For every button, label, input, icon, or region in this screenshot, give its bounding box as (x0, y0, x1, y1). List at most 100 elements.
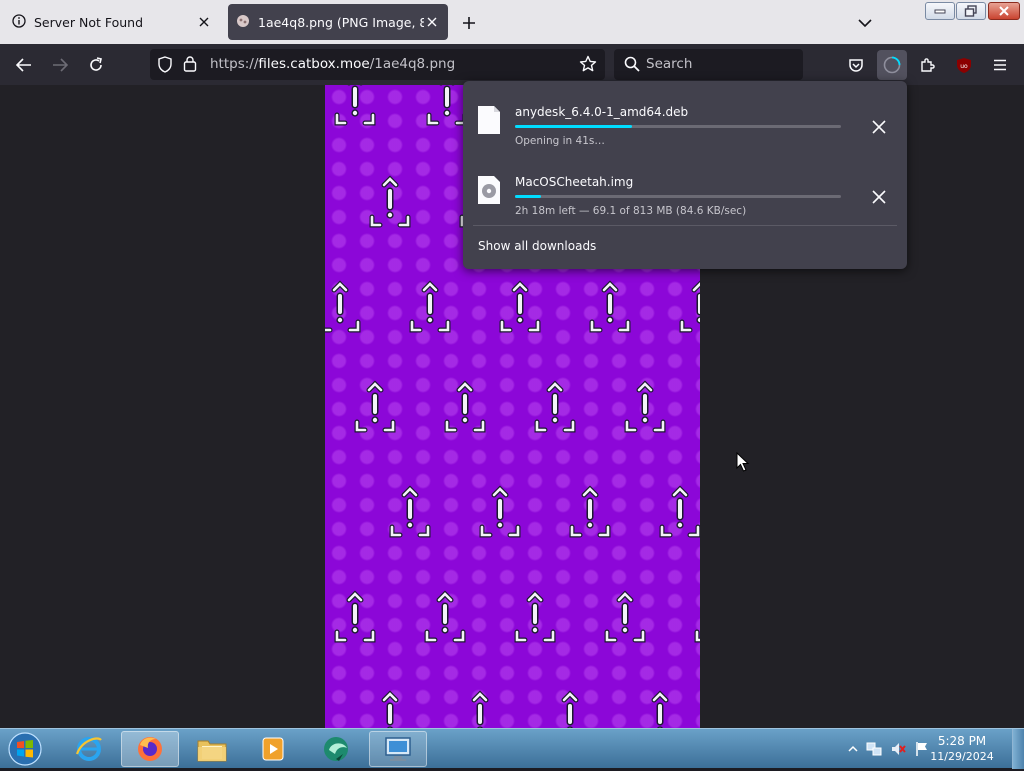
hamburger-menu-icon (993, 59, 1007, 71)
list-all-tabs-button[interactable] (854, 12, 876, 34)
file-explorer-icon (196, 735, 228, 763)
downloads-panel: anydesk_6.4.0-1_amd64.deb Opening in 41s… (463, 81, 907, 269)
lock-icon[interactable] (183, 55, 197, 76)
download-progress-fill (515, 125, 632, 128)
reload-button[interactable] (83, 52, 109, 78)
exclamation-mark-icon (325, 85, 385, 133)
url-scheme: https:// (210, 56, 258, 72)
tab-image[interactable]: 1ae4q8.png (PNG Image, 828 × 1792 pixels… (228, 4, 448, 40)
taskbar: 5:28 PM 11/29/2024 (0, 728, 1024, 768)
exclamation-mark-icon (670, 280, 700, 340)
url-path: /1ae4q8.png (370, 56, 455, 72)
download-item[interactable]: MacOSCheetah.img 2h 18m left — 69.1 of 8… (463, 159, 907, 229)
tracking-protection-shield-icon[interactable] (157, 56, 173, 77)
app-icon (321, 734, 353, 764)
exclamation-mark-icon (415, 590, 475, 650)
url-host: files.catbox.moe (258, 56, 369, 72)
exclamation-mark-icon (560, 485, 620, 545)
tab-strip: Server Not Found 1ae4q8.png (PNG Image, … (0, 0, 1024, 44)
plus-icon (462, 16, 476, 30)
forward-button[interactable] (47, 52, 73, 78)
downloads-button[interactable] (877, 50, 907, 80)
exclamation-mark-icon (360, 175, 420, 235)
pocket-icon (848, 58, 864, 73)
taskbar-firefox[interactable] (121, 731, 179, 767)
file-icon (477, 105, 501, 135)
tab-close-icon[interactable] (424, 14, 440, 30)
show-desktop-button[interactable] (1012, 729, 1024, 769)
network-icon[interactable] (866, 741, 882, 757)
maximize-button[interactable] (956, 2, 986, 20)
mouse-cursor-icon (736, 452, 750, 476)
exclamation-mark-icon (325, 280, 370, 340)
download-filename: MacOSCheetah.img (515, 175, 633, 189)
tab-title: 1ae4q8.png (PNG Image, 828 × 1792 pixels… (258, 15, 424, 30)
back-arrow-icon (16, 58, 32, 72)
pocket-button[interactable] (843, 52, 869, 78)
internet-explorer-icon (74, 734, 104, 764)
windows-start-icon (6, 731, 44, 767)
svg-text:uo: uo (960, 63, 968, 70)
exclamation-mark-icon (540, 690, 600, 728)
back-button[interactable] (11, 52, 37, 78)
search-icon (624, 56, 640, 76)
ublock-origin-button[interactable]: uo (951, 52, 977, 78)
clock-date[interactable]: 11/29/2024 (926, 750, 998, 763)
volume-muted-icon[interactable] (890, 741, 906, 757)
taskbar-app[interactable] (308, 731, 366, 767)
remote-desktop-icon (383, 735, 413, 763)
exclamation-mark-icon (595, 590, 655, 650)
download-progress-bar (515, 125, 841, 128)
download-status: 2h 18m left — 69.1 of 813 MB (84.6 KB/se… (515, 205, 746, 217)
taskbar-remote-desktop[interactable] (369, 731, 427, 767)
show-all-downloads-link[interactable]: Show all downloads (478, 239, 596, 253)
exclamation-mark-icon (345, 380, 405, 440)
navigation-toolbar: https://files.catbox.moe/1ae4q8.png Sear… (0, 44, 1024, 85)
exclamation-mark-icon (470, 485, 530, 545)
search-bar[interactable]: Search (614, 49, 803, 80)
tab-server-not-found[interactable]: Server Not Found (4, 4, 220, 40)
exclamation-mark-icon (380, 485, 440, 545)
minimize-button[interactable] (925, 2, 955, 20)
firefox-icon (135, 734, 165, 764)
exclamation-mark-icon (490, 280, 550, 340)
extensions-button[interactable] (915, 52, 941, 78)
url-text[interactable]: https://files.catbox.moe/1ae4q8.png (210, 56, 455, 72)
search-input[interactable]: Search (646, 56, 692, 72)
exclamation-mark-icon (360, 690, 420, 728)
disk-image-icon (477, 175, 501, 205)
media-player-icon (258, 734, 288, 764)
tab-close-icon[interactable] (196, 14, 212, 30)
info-icon (12, 14, 26, 31)
ublock-icon: uo (956, 57, 972, 74)
minimize-icon (934, 8, 946, 14)
maximize-icon (964, 5, 978, 17)
forward-arrow-icon (52, 58, 68, 72)
chevron-down-icon (858, 18, 872, 28)
taskbar-file-explorer[interactable] (183, 731, 241, 767)
panel-divider (473, 225, 897, 226)
show-hidden-icons-chevron-icon[interactable] (845, 741, 861, 757)
app-menu-button[interactable] (987, 52, 1013, 78)
exclamation-mark-icon (505, 590, 565, 650)
new-tab-button[interactable] (458, 12, 480, 34)
download-progress-bar (515, 195, 841, 198)
puzzle-icon (920, 57, 936, 73)
exclamation-mark-icon (630, 690, 690, 728)
exclamation-mark-icon (435, 380, 495, 440)
clock-time[interactable]: 5:28 PM (926, 734, 998, 748)
bookmark-star-icon[interactable] (579, 55, 597, 77)
start-button[interactable] (6, 731, 46, 767)
close-icon (998, 6, 1010, 16)
exclamation-mark-icon (400, 280, 460, 340)
close-window-button[interactable] (988, 2, 1020, 20)
tab-title: Server Not Found (34, 15, 196, 30)
taskbar-internet-explorer[interactable] (60, 731, 118, 767)
cancel-download-icon[interactable] (869, 187, 889, 207)
url-bar[interactable]: https://files.catbox.moe/1ae4q8.png (150, 49, 605, 80)
taskbar-media-player[interactable] (244, 731, 302, 767)
cancel-download-icon[interactable] (869, 117, 889, 137)
exclamation-mark-icon (525, 380, 585, 440)
exclamation-mark-icon (450, 690, 510, 728)
download-item[interactable]: anydesk_6.4.0-1_amd64.deb Opening in 41s… (463, 89, 907, 159)
